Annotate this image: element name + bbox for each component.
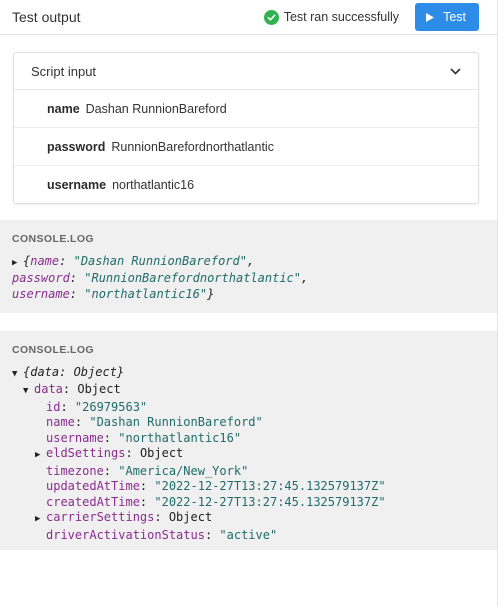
input-value: RunnionBarefordnorthatlantic (111, 139, 274, 154)
console-line: ▼ data: Object (12, 382, 485, 400)
console-line: driverActivationStatus: "active" (46, 527, 278, 542)
input-value: Dashan RunnionBareford (85, 101, 227, 116)
log-created-at: "2022-12-27T13:27:45.132579137Z" (154, 494, 386, 509)
console-log-block: CONSOLE.LOG ▶ {name: "Dashan RunnionBaref… (0, 220, 497, 313)
play-icon (426, 12, 435, 22)
console-line: username: "northatlantic16"} (12, 286, 215, 301)
console-log-block: CONSOLE.LOG ▼ {data: Object} ▼ data: Objec… (0, 331, 497, 550)
expand-triangle-icon[interactable]: ▶ (35, 512, 46, 528)
check-circle-icon (263, 9, 279, 25)
log-id: "26979563" (74, 399, 148, 414)
log-username-value: "northatlantic16" (84, 286, 208, 301)
console-line: ▶ eldSettings: Object (12, 446, 485, 464)
log-password-value: "RunnionBarefordnorthatlantic" (84, 271, 301, 285)
expand-triangle-icon[interactable]: ▶ (12, 256, 23, 272)
test-status: Test ran successfully (263, 9, 400, 25)
expand-triangle-icon[interactable]: ▶ (35, 448, 46, 464)
input-key: password (47, 139, 106, 154)
log-timezone: "America/New_York" (118, 463, 249, 478)
log-carrier-settings: Object (168, 510, 213, 524)
collapse-triangle-icon[interactable]: ▼ (12, 367, 23, 383)
script-input-panel: Script input name Dashan RunnionBareford… (13, 52, 479, 204)
console-line: id: "26979563" (46, 399, 148, 414)
console-line: password: "RunnionBarefordnorthatlantic"… (12, 271, 309, 285)
input-row-name: name Dashan RunnionBareford (14, 90, 478, 128)
log-updated-at: "2022-12-27T13:27:45.132579137Z" (154, 479, 386, 493)
console-line: ▶ {name: "Dashan RunnionBareford", (12, 254, 485, 272)
chevron-down-icon[interactable] (450, 67, 461, 75)
input-key: username (47, 177, 107, 192)
console-line: timezone: "America/New_York" (46, 463, 249, 478)
input-row-password: password RunnionBarefordnorthatlantic (14, 128, 478, 166)
status-text: Test ran successfully (283, 10, 400, 24)
log-driver-status: "active" (219, 527, 278, 542)
log-eld-settings: Object (139, 446, 184, 460)
script-input-title: Script input (31, 63, 97, 79)
console-line: updatedAtTime: "2022-12-27T13:27:45.1325… (46, 479, 386, 493)
test-button-label: Test (443, 10, 466, 24)
input-row-username: username northatlantic16 (14, 166, 478, 203)
panel-title: Test output (12, 9, 81, 25)
console-line: username: "northatlantic16" (46, 430, 242, 445)
console-line: name: "Dashan RunnionBareford" (46, 415, 263, 429)
test-button[interactable]: Test (415, 3, 479, 31)
header-actions: Test ran successfully Test (263, 3, 479, 31)
console-log-label: CONSOLE.LOG (12, 344, 94, 356)
log-summary: {data: Object} (23, 364, 125, 379)
script-input-header[interactable]: Script input (14, 53, 478, 90)
collapse-triangle-icon[interactable]: ▼ (23, 384, 34, 400)
log-username: "northatlantic16" (118, 430, 242, 445)
console-line: ▶ carrierSettings: Object (12, 510, 485, 528)
log-name: "Dashan RunnionBareford" (89, 415, 263, 429)
console-line: ▼ {data: Object} (12, 365, 485, 383)
input-value: northatlantic16 (112, 177, 195, 192)
input-key: name (47, 101, 80, 116)
console-line: createdAtTime: "2022-12-27T13:27:45.1325… (46, 494, 386, 509)
console-log-label: CONSOLE.LOG (12, 233, 94, 245)
log-data-type: Object (77, 382, 121, 396)
test-output-header: Test output Test ran successfully Test (0, 0, 497, 35)
log-name-value: "Dashan RunnionBareford" (73, 253, 247, 268)
